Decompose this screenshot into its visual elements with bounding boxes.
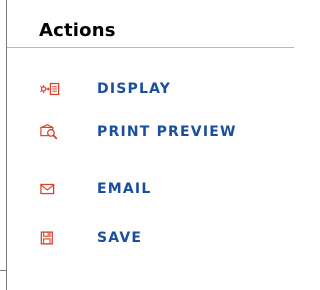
actions-header: Actions	[7, 0, 294, 48]
save-action[interactable]: SAVE	[40, 227, 294, 249]
save-icon	[40, 230, 60, 246]
panel-left-tick	[0, 270, 7, 271]
save-label[interactable]: SAVE	[97, 230, 142, 246]
actions-title: Actions	[39, 20, 116, 41]
print-preview-label[interactable]: PRINT PREVIEW	[97, 124, 237, 140]
display-icon	[40, 81, 60, 97]
email-icon	[40, 181, 60, 197]
email-action[interactable]: EMAIL	[40, 178, 294, 200]
print-preview-icon	[40, 124, 60, 140]
print-preview-action[interactable]: PRINT PREVIEW	[40, 121, 294, 143]
display-action[interactable]: DISPLAY	[40, 78, 294, 100]
display-label[interactable]: DISPLAY	[97, 81, 171, 97]
email-label[interactable]: EMAIL	[97, 181, 151, 197]
actions-panel: Actions DISPLAY PRINT PREVIEW EMAIL SAVE	[0, 0, 294, 290]
